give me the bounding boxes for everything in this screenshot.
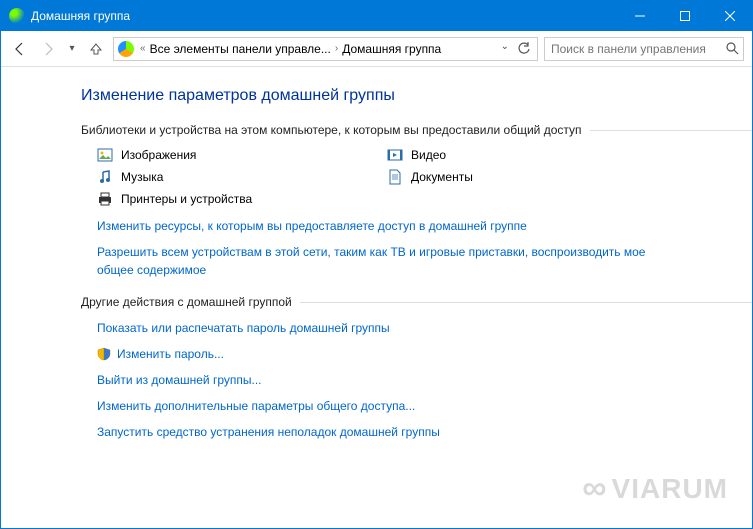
lib-video[interactable]: Видео xyxy=(387,147,637,163)
search-input[interactable] xyxy=(551,42,737,56)
link-change-password[interactable]: Изменить пароль... xyxy=(97,345,657,363)
documents-icon xyxy=(387,169,403,185)
minimize-button[interactable] xyxy=(617,1,662,31)
lib-video-label: Видео xyxy=(411,148,446,162)
breadcrumb-root[interactable]: Все элементы панели управле... xyxy=(148,42,333,56)
printers-icon xyxy=(97,191,113,207)
link-advanced[interactable]: Изменить дополнительные параметры общего… xyxy=(97,397,657,415)
link-troubleshoot[interactable]: Запустить средство устранения неполадок … xyxy=(97,423,657,441)
breadcrumb-current[interactable]: Домашняя группа xyxy=(340,42,443,56)
video-icon xyxy=(387,147,403,163)
refresh-button[interactable] xyxy=(515,40,533,58)
lib-music[interactable]: Музыка xyxy=(97,169,387,185)
window-title: Домашняя группа xyxy=(31,9,617,23)
images-icon xyxy=(97,147,113,163)
close-button[interactable] xyxy=(707,1,752,31)
link-leave[interactable]: Выйти из домашней группы... xyxy=(97,371,657,389)
back-button[interactable] xyxy=(9,38,31,60)
breadcrumb-dropdown[interactable]: ⌄ xyxy=(501,41,509,52)
divider xyxy=(300,302,752,303)
breadcrumb[interactable]: « Все элементы панели управле... › Домаш… xyxy=(113,37,538,61)
lib-images-label: Изображения xyxy=(121,148,196,162)
lib-printers-label: Принтеры и устройства xyxy=(121,192,252,206)
lib-documents-label: Документы xyxy=(411,170,473,184)
maximize-button[interactable] xyxy=(662,1,707,31)
lib-documents[interactable]: Документы xyxy=(387,169,637,185)
lib-music-label: Музыка xyxy=(121,170,163,184)
link-allow-devices[interactable]: Разрешить всем устройствам в этой сети, … xyxy=(97,243,657,279)
shield-icon xyxy=(97,347,111,361)
group-other-actions-label: Другие действия с домашней группой xyxy=(81,295,292,309)
music-icon xyxy=(97,169,113,185)
search-icon[interactable] xyxy=(725,41,739,58)
divider xyxy=(590,130,752,131)
watermark-text: VIARUM xyxy=(612,473,728,505)
infinity-icon: ∞ xyxy=(582,469,607,508)
watermark: ∞ VIARUM xyxy=(582,469,728,508)
up-button[interactable] xyxy=(85,38,107,60)
forward-button[interactable] xyxy=(37,38,59,60)
group-libraries-label: Библиотеки и устройства на этом компьюте… xyxy=(81,123,582,137)
page-title: Изменение параметров домашней группы xyxy=(81,87,752,105)
search-box[interactable] xyxy=(544,37,744,61)
link-change-password-label: Изменить пароль... xyxy=(117,345,224,363)
chevron-left-icon: « xyxy=(140,43,146,54)
link-change-share[interactable]: Изменить ресурсы, к которым вы предостав… xyxy=(97,217,657,235)
chevron-right-icon: › xyxy=(335,43,338,54)
lib-printers[interactable]: Принтеры и устройства xyxy=(97,191,387,207)
control-panel-icon xyxy=(118,41,134,57)
app-icon xyxy=(9,8,25,24)
link-show-password[interactable]: Показать или распечатать пароль домашней… xyxy=(97,319,657,337)
recent-dropdown[interactable]: ▾ xyxy=(65,38,79,60)
lib-images[interactable]: Изображения xyxy=(97,147,387,163)
